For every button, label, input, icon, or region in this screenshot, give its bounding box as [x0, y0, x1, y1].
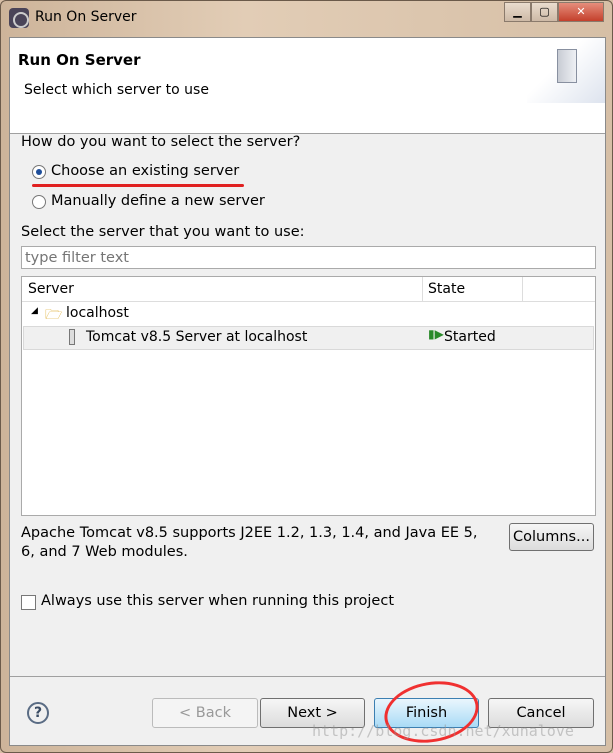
help-icon[interactable]: ? [27, 702, 49, 724]
server-state: Started [444, 329, 496, 345]
maximize-button[interactable]: ▢ [531, 2, 558, 22]
back-button[interactable]: < Back [152, 698, 258, 728]
table-row[interactable]: Tomcat v8.5 Server at localhost ▮▶ Start… [23, 326, 594, 350]
always-use-checkbox[interactable] [21, 595, 36, 610]
new-server-label[interactable]: Manually define a new server [51, 193, 265, 209]
server-description: Apache Tomcat v8.5 supports J2EE 1.2, 1.… [21, 525, 478, 560]
existing-server-radio[interactable] [32, 165, 46, 179]
eclipse-icon [9, 8, 29, 28]
existing-server-label[interactable]: Choose an existing server [51, 163, 239, 179]
expand-arrow-icon[interactable]: ◢ [31, 306, 38, 316]
select-server-label: Select the server that you want to use: [21, 224, 305, 240]
group-label: localhost [66, 305, 129, 321]
dialog-window: Run On Server ▁ ▢ ✕ Run On Server Select… [0, 0, 613, 753]
folder-icon: 🗁 [45, 307, 63, 323]
minimize-button[interactable]: ▁ [504, 2, 531, 22]
filter-input[interactable] [21, 246, 596, 269]
new-server-radio[interactable] [32, 195, 46, 209]
red-underline-annotation [32, 184, 244, 187]
wizard-header: Run On Server Select which server to use [10, 38, 605, 134]
column-header-state[interactable]: State [428, 281, 465, 297]
window-title: Run On Server [35, 9, 137, 25]
question-label: How do you want to select the server? [21, 134, 301, 150]
server-name: Tomcat v8.5 Server at localhost [86, 329, 308, 345]
close-button[interactable]: ✕ [558, 2, 604, 22]
tree-group-localhost[interactable]: ◢ 🗁 localhost [23, 303, 594, 327]
server-table: Server State ◢ 🗁 localhost Tomcat v8.5 S… [21, 276, 596, 516]
column-header-server[interactable]: Server [28, 281, 74, 297]
always-use-label[interactable]: Always use this server when running this… [41, 593, 394, 609]
server-icon [69, 329, 75, 345]
page-subtitle: Select which server to use [24, 82, 209, 98]
columns-button[interactable]: Columns... [509, 523, 594, 551]
page-title: Run On Server [18, 51, 141, 69]
watermark: http://blog.csdn.net/xunalove [312, 722, 574, 740]
server-icon [527, 38, 605, 103]
started-icon: ▮▶ [428, 327, 444, 341]
